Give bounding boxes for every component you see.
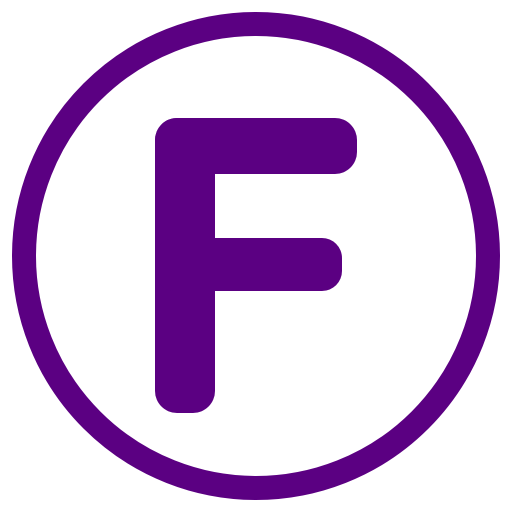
icon-canvas bbox=[0, 0, 512, 512]
letter-f-glyph bbox=[155, 118, 357, 413]
circled-letter-f-icon bbox=[12, 12, 500, 500]
